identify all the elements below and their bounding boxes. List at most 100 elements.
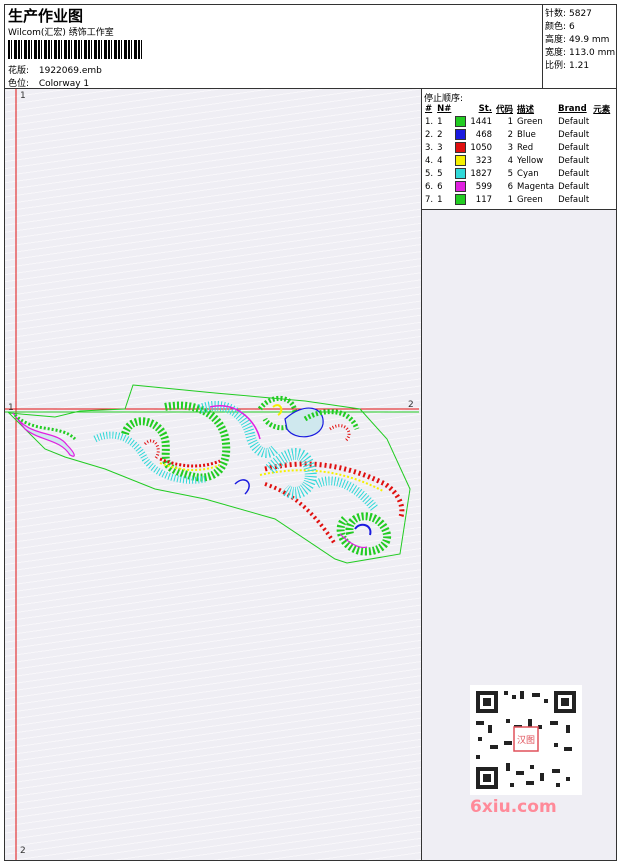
- scale-value: 1.21: [569, 61, 590, 71]
- table-row: 1. 1 1441 1 Green Default: [423, 115, 612, 128]
- width-row: 宽度: 113.0 mm: [545, 45, 615, 58]
- lower-cyan-band: [314, 476, 379, 512]
- row-swatch: [453, 193, 468, 206]
- color-swatch: [455, 116, 467, 127]
- seal-text: 汉图: [517, 735, 535, 746]
- row-element: [591, 154, 612, 167]
- design-preview-canvas: 1 1 2 2: [5, 89, 422, 860]
- color-count-row: 颜色: 6: [545, 19, 575, 32]
- qr-code-icon: 汉图: [470, 685, 582, 795]
- row-element: [591, 193, 612, 206]
- table-row: 5. 5 1827 5 Cyan Default: [423, 167, 612, 180]
- color-swatch: [455, 155, 467, 166]
- row-stitches: 117: [475, 194, 493, 205]
- row-swatch: [453, 180, 468, 193]
- row-element: [591, 180, 612, 193]
- color-swatch: [455, 168, 467, 179]
- row-stitches: 323: [475, 155, 493, 166]
- row-desc: Blue: [517, 129, 536, 140]
- row-stitches: 599: [475, 181, 493, 192]
- row-index: 2.: [425, 129, 434, 140]
- row-code: 1: [507, 194, 514, 205]
- left-swirl-green: [121, 401, 231, 482]
- table-header-row: # N# St. 代码 描述 Brand 元素: [423, 102, 612, 115]
- marker-2-bottom: 2: [20, 846, 26, 856]
- row-stitches: 1441: [470, 116, 493, 127]
- row-element: [591, 167, 612, 180]
- row-swatch: [453, 141, 468, 154]
- scale-row: 比例: 1.21: [545, 58, 589, 71]
- stitch-count-value: 5827: [569, 9, 592, 19]
- right-top-red: [329, 424, 351, 443]
- stop-sequence-table: # N# St. 代码 描述 Brand 元素 1. 1 1441 1 Green Def…: [423, 102, 612, 206]
- row-needle: 4: [437, 155, 443, 166]
- row-stitches: 1827: [470, 168, 493, 179]
- stitch-count-label: 针数:: [545, 9, 567, 19]
- width-label: 宽度:: [545, 48, 567, 58]
- table-row: 7. 1 117 1 Green Default: [423, 193, 612, 206]
- width-value: 113.0 mm: [569, 48, 616, 58]
- color-swatch: [455, 142, 467, 153]
- table-row: 3. 3 1050 3 Red Default: [423, 141, 612, 154]
- watermark-site: 6xiu.com: [470, 797, 557, 817]
- colorway-row: 色位: Colorway 1: [8, 76, 89, 89]
- row-needle: 5: [437, 168, 443, 179]
- col-code: 代码: [496, 104, 514, 115]
- height-label: 高度:: [545, 35, 567, 45]
- embroidery-design-preview: [5, 89, 419, 860]
- row-needle: 1: [437, 194, 443, 205]
- row-needle: 2: [437, 129, 443, 140]
- left-cyan-band: [93, 431, 206, 484]
- color-swatch: [455, 181, 467, 192]
- colorway-value: Colorway 1: [38, 79, 90, 89]
- row-index: 1.: [425, 116, 434, 127]
- row-desc: Yellow: [517, 155, 544, 166]
- row-swatch: [453, 115, 468, 128]
- marker-1-top: 1: [20, 91, 26, 101]
- lower-left-zigzag: [264, 482, 337, 546]
- color-swatch: [455, 129, 467, 140]
- design-label: 花版:: [8, 66, 30, 76]
- colorway-label: 色位:: [8, 79, 30, 89]
- col-brand: Brand: [558, 103, 587, 114]
- color-count-label: 颜色:: [545, 22, 567, 32]
- row-index: 5.: [425, 168, 434, 179]
- row-desc: Green: [517, 194, 543, 205]
- row-code: 6: [507, 181, 514, 192]
- row-brand: Default: [558, 129, 590, 140]
- row-element: [591, 115, 612, 128]
- row-swatch: [453, 128, 468, 141]
- row-brand: Default: [558, 116, 590, 127]
- row-index: 3.: [425, 142, 434, 153]
- stop-sequence-rows: 1. 1 1441 1 Green Default 2. 2 468 2 Blue Default 3.…: [423, 115, 612, 206]
- row-brand: Default: [558, 155, 590, 166]
- row-swatch: [453, 154, 468, 167]
- design-file-row: 花版: 1922069.emb: [8, 63, 102, 76]
- row-brand: Default: [558, 142, 590, 153]
- row-brand: Default: [558, 194, 590, 205]
- row-desc: Green: [517, 116, 543, 127]
- row-desc: Cyan: [517, 168, 539, 179]
- row-code: 5: [507, 168, 514, 179]
- row-stitches: 468: [475, 129, 493, 140]
- col-stitches: St.: [478, 103, 493, 114]
- row-code: 4: [507, 155, 514, 166]
- watermark-block: 汉图 6xiu.com: [470, 685, 582, 820]
- company-name: Wilcom(汇宏) 绣饰工作室: [8, 28, 114, 38]
- height-value: 49.9 mm: [569, 35, 610, 45]
- stop-sequence-box: 停止顺序: # N# St. 代码 描述 Brand 元素 1. 1 1441 1 Gr…: [422, 89, 616, 210]
- center-yellow-detail: [272, 404, 283, 416]
- header-panel: 生产作业图 Wilcom(汇宏) 绣饰工作室 花版: 1922069.emb 色…: [5, 5, 543, 89]
- col-swatch: [453, 102, 468, 115]
- row-element: [591, 128, 612, 141]
- design-file-value: 1922069.emb: [38, 66, 102, 76]
- barcode: [8, 40, 144, 59]
- color-count-value: 6: [569, 22, 575, 32]
- row-brand: Default: [558, 168, 590, 179]
- bottom-right-swirl: [336, 512, 391, 556]
- production-worksheet: 生产作业图 Wilcom(汇宏) 绣饰工作室 花版: 1922069.emb 色…: [4, 4, 617, 861]
- col-desc: 描述: [517, 104, 535, 115]
- row-needle: 6: [437, 181, 443, 192]
- center-cyan-petals: [198, 400, 279, 458]
- left-swirl-center: [143, 439, 160, 461]
